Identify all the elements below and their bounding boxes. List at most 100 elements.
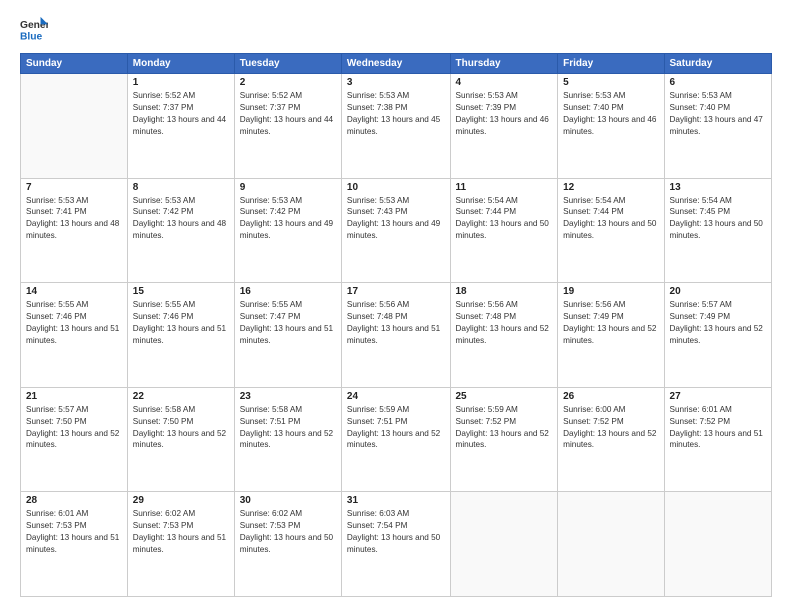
daylight-label: Daylight: 13 hours and 48 minutes. <box>133 219 226 240</box>
calendar-week-2: 7 Sunrise: 5:53 AM Sunset: 7:41 PM Daylight… <box>21 178 772 283</box>
daylight-label: Daylight: 13 hours and 46 minutes. <box>456 115 549 136</box>
day-number: 2 <box>240 77 336 88</box>
weekday-header-monday: Monday <box>127 54 234 74</box>
day-info: Sunrise: 5:53 AMSunset: 7:43 PMDaylight:… <box>347 195 445 243</box>
daylight-label: Daylight: 13 hours and 51 minutes. <box>240 324 333 345</box>
day-info: Sunrise: 5:54 AMSunset: 7:44 PMDaylight:… <box>456 195 553 243</box>
sunset-label: Sunset: 7:51 PM <box>240 417 301 426</box>
day-info: Sunrise: 5:56 AMSunset: 7:49 PMDaylight:… <box>563 299 658 347</box>
sunset-label: Sunset: 7:44 PM <box>563 207 624 216</box>
sunset-label: Sunset: 7:53 PM <box>26 521 87 530</box>
daylight-label: Daylight: 13 hours and 52 minutes. <box>240 429 333 450</box>
calendar-cell: 6 Sunrise: 5:53 AMSunset: 7:40 PMDaylight… <box>664 74 771 179</box>
day-number: 9 <box>240 182 336 193</box>
calendar-cell: 12Sunrise: 5:54 AMSunset: 7:44 PMDayligh… <box>558 178 664 283</box>
calendar-week-4: 21Sunrise: 5:57 AMSunset: 7:50 PMDayligh… <box>21 387 772 492</box>
calendar-cell <box>450 492 558 597</box>
calendar-cell: 8Sunrise: 5:53 AMSunset: 7:42 PMDaylight… <box>127 178 234 283</box>
weekday-header-wednesday: Wednesday <box>341 54 450 74</box>
day-number: 24 <box>347 391 445 402</box>
day-info: Sunrise: 5:59 AMSunset: 7:51 PMDaylight:… <box>347 404 445 452</box>
calendar-cell: 15Sunrise: 5:55 AMSunset: 7:46 PMDayligh… <box>127 283 234 388</box>
day-info: Sunrise: 5:56 AMSunset: 7:48 PMDaylight:… <box>456 299 553 347</box>
day-info: Sunrise: 5:57 AMSunset: 7:49 PMDaylight:… <box>670 299 766 347</box>
daylight-label: Daylight: 13 hours and 52 minutes. <box>456 429 549 450</box>
calendar-cell: 14Sunrise: 5:55 AMSunset: 7:46 PMDayligh… <box>21 283 128 388</box>
day-number: 7 <box>26 182 122 193</box>
day-number: 10 <box>347 182 445 193</box>
day-number: 1 <box>133 77 229 88</box>
day-info: Sunrise: 5:53 AMSunset: 7:42 PMDaylight:… <box>133 195 229 243</box>
daylight-label: Daylight: 13 hours and 50 minutes. <box>670 219 763 240</box>
sunset-label: Sunset: 7:37 PM <box>133 103 194 112</box>
daylight-label: Daylight: 13 hours and 51 minutes. <box>26 324 119 345</box>
sunrise-label: Sunrise: 5:53 AM <box>347 91 409 100</box>
day-info: Sunrise: 5:54 AMSunset: 7:44 PMDaylight:… <box>563 195 658 243</box>
sunrise-label: Sunrise: 5:56 AM <box>456 300 518 309</box>
sunrise-label: Sunrise: 5:52 AM <box>133 91 195 100</box>
sunset-label: Sunset: 7:42 PM <box>240 207 301 216</box>
day-number: 18 <box>456 286 553 297</box>
sunrise-label: Sunrise: 6:02 AM <box>133 509 195 518</box>
day-number: 6 <box>670 77 766 88</box>
sunrise-label: Sunrise: 5:58 AM <box>133 405 195 414</box>
calendar-cell: 31Sunrise: 6:03 AMSunset: 7:54 PMDayligh… <box>341 492 450 597</box>
calendar-cell: 20Sunrise: 5:57 AMSunset: 7:49 PMDayligh… <box>664 283 771 388</box>
day-info: Sunrise: 5:53 AMSunset: 7:40 PMDaylight:… <box>670 90 766 138</box>
day-info: Sunrise: 5:58 AMSunset: 7:51 PMDaylight:… <box>240 404 336 452</box>
day-info: Sunrise: 5:55 AMSunset: 7:47 PMDaylight:… <box>240 299 336 347</box>
calendar-cell: 18 Sunrise: 5:56 AMSunset: 7:48 PMDayligh… <box>450 283 558 388</box>
calendar-week-3: 14Sunrise: 5:55 AMSunset: 7:46 PMDayligh… <box>21 283 772 388</box>
sunset-label: Sunset: 7:48 PM <box>347 312 408 321</box>
weekday-header-saturday: Saturday <box>664 54 771 74</box>
day-number: 4 <box>456 77 553 88</box>
day-info: Sunrise: 6:03 AMSunset: 7:54 PMDaylight:… <box>347 508 445 556</box>
sunrise-label: Sunrise: 6:00 AM <box>563 405 625 414</box>
calendar-cell: 9Sunrise: 5:53 AMSunset: 7:42 PMDaylight… <box>234 178 341 283</box>
logo-icon: General Blue <box>20 15 48 43</box>
sunrise-label: Sunrise: 6:02 AM <box>240 509 302 518</box>
weekday-header-tuesday: Tuesday <box>234 54 341 74</box>
calendar-cell: 2 Sunrise: 5:52 AMSunset: 7:37 PMDaylight… <box>234 74 341 179</box>
calendar-cell: 24 Sunrise: 5:59 AMSunset: 7:51 PMDayligh… <box>341 387 450 492</box>
day-info: Sunrise: 5:52 AMSunset: 7:37 PMDaylight:… <box>240 90 336 138</box>
weekday-header-thursday: Thursday <box>450 54 558 74</box>
day-number: 13 <box>670 182 766 193</box>
daylight-label: Daylight: 13 hours and 51 minutes. <box>133 324 226 345</box>
day-info: Sunrise: 5:59 AMSunset: 7:52 PMDaylight:… <box>456 404 553 452</box>
calendar-table: SundayMondayTuesdayWednesdayThursdayFrid… <box>20 53 772 597</box>
svg-text:Blue: Blue <box>20 31 43 42</box>
sunrise-label: Sunrise: 6:03 AM <box>347 509 409 518</box>
sunset-label: Sunset: 7:52 PM <box>456 417 517 426</box>
day-info: Sunrise: 5:53 AMSunset: 7:39 PMDaylight:… <box>456 90 553 138</box>
sunset-label: Sunset: 7:43 PM <box>347 207 408 216</box>
day-number: 27 <box>670 391 766 402</box>
calendar-cell: 26Sunrise: 6:00 AMSunset: 7:52 PMDayligh… <box>558 387 664 492</box>
sunset-label: Sunset: 7:40 PM <box>563 103 624 112</box>
calendar-cell: 3Sunrise: 5:53 AMSunset: 7:38 PMDaylight… <box>341 74 450 179</box>
sunrise-label: Sunrise: 5:53 AM <box>347 196 409 205</box>
sunset-label: Sunset: 7:49 PM <box>670 312 731 321</box>
daylight-label: Daylight: 13 hours and 52 minutes. <box>347 429 440 450</box>
sunrise-label: Sunrise: 5:55 AM <box>26 300 88 309</box>
weekday-header-row: SundayMondayTuesdayWednesdayThursdayFrid… <box>21 54 772 74</box>
weekday-header-sunday: Sunday <box>21 54 128 74</box>
calendar-cell: 19Sunrise: 5:56 AMSunset: 7:49 PMDayligh… <box>558 283 664 388</box>
day-info: Sunrise: 5:54 AMSunset: 7:45 PMDaylight:… <box>670 195 766 243</box>
day-info: Sunrise: 5:56 AMSunset: 7:48 PMDaylight:… <box>347 299 445 347</box>
daylight-label: Daylight: 13 hours and 50 minutes. <box>240 533 333 554</box>
calendar-cell: 1Sunrise: 5:52 AMSunset: 7:37 PMDaylight… <box>127 74 234 179</box>
weekday-header-friday: Friday <box>558 54 664 74</box>
sunrise-label: Sunrise: 5:53 AM <box>563 91 625 100</box>
day-number: 26 <box>563 391 658 402</box>
daylight-label: Daylight: 13 hours and 48 minutes. <box>26 219 119 240</box>
calendar-cell: 21Sunrise: 5:57 AMSunset: 7:50 PMDayligh… <box>21 387 128 492</box>
daylight-label: Daylight: 13 hours and 50 minutes. <box>456 219 549 240</box>
daylight-label: Daylight: 13 hours and 51 minutes. <box>26 533 119 554</box>
calendar-cell: 11Sunrise: 5:54 AMSunset: 7:44 PMDayligh… <box>450 178 558 283</box>
day-number: 28 <box>26 495 122 506</box>
day-number: 22 <box>133 391 229 402</box>
sunset-label: Sunset: 7:44 PM <box>456 207 517 216</box>
sunset-label: Sunset: 7:41 PM <box>26 207 87 216</box>
sunrise-label: Sunrise: 5:57 AM <box>670 300 732 309</box>
